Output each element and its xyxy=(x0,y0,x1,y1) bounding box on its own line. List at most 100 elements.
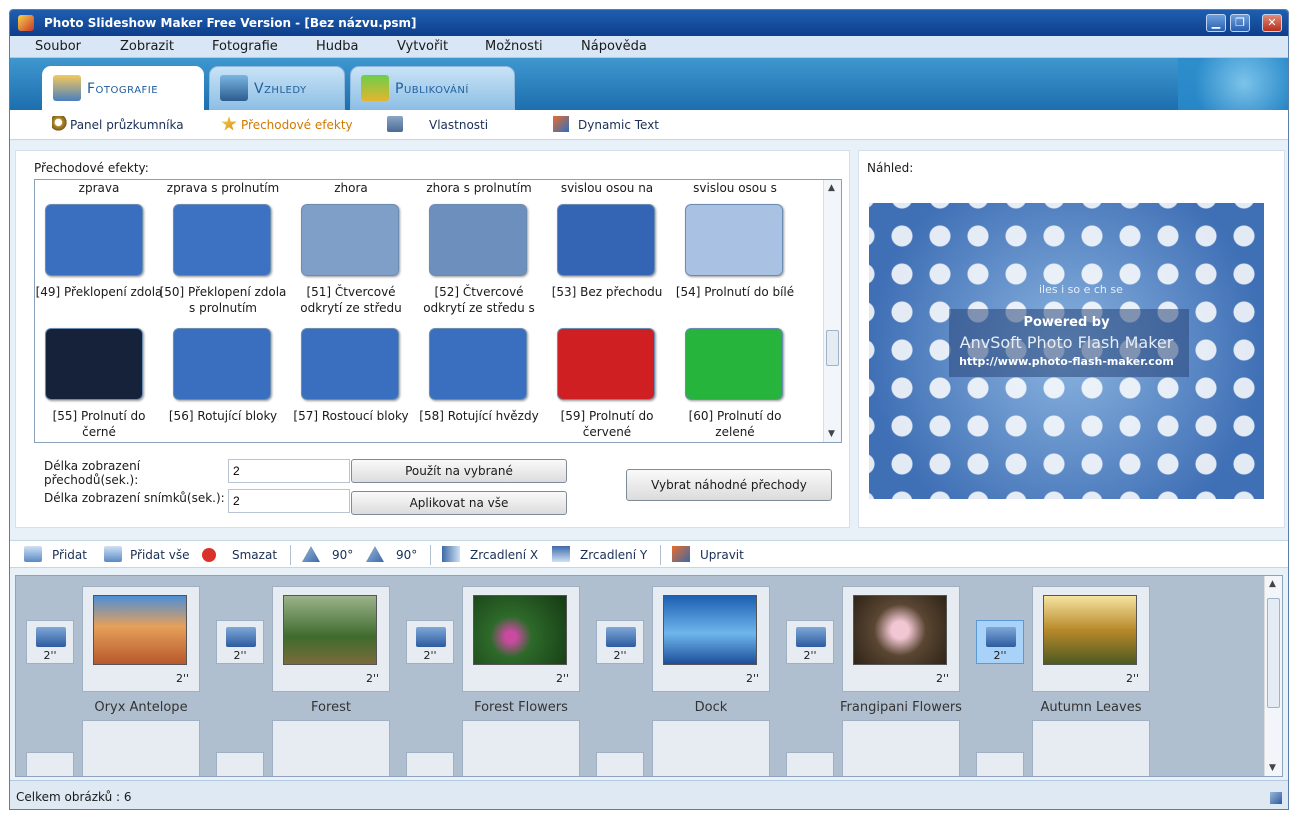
film-icon xyxy=(220,75,248,101)
close-button[interactable]: ✕ xyxy=(1262,14,1282,32)
tab-fotografie-label: Fotografie xyxy=(87,81,159,97)
slide-name: Forest Flowers xyxy=(474,700,568,715)
menu-vytvorit[interactable]: Vytvořit xyxy=(397,39,448,54)
subtab-dynamic-text[interactable]: Dynamic Text xyxy=(578,118,659,132)
menu-hudba[interactable]: Hudba xyxy=(316,39,359,54)
effect-56-thumb[interactable] xyxy=(173,328,271,400)
tab-fotografie[interactable]: Fotografie xyxy=(42,66,204,111)
edit-button[interactable]: Upravit xyxy=(700,548,744,562)
effect-55-thumb[interactable] xyxy=(45,328,143,400)
slide-image xyxy=(853,595,947,665)
preview-canvas: iles i so e ch se Powered by AnvSoft Pho… xyxy=(869,203,1264,499)
effect-59-thumb[interactable] xyxy=(557,328,655,400)
maximize-button[interactable]: ❐ xyxy=(1230,14,1250,32)
scroll-up-icon[interactable]: ▲ xyxy=(1269,579,1276,589)
effect-partial-label: zprava s prolnutím xyxy=(166,181,280,195)
transition-slot[interactable]: 2'' xyxy=(406,620,454,664)
mirror-x-button[interactable]: Zrcadlení X xyxy=(470,548,538,562)
empty-transition-slot xyxy=(406,752,454,776)
slide-card[interactable]: 2'' xyxy=(462,586,580,692)
photo-toolbar: Přidat Přidat vše Smazat 90° 90° Zrcadle… xyxy=(10,540,1288,568)
menu-soubor[interactable]: Soubor xyxy=(35,39,81,54)
subtab-prechodove-efekty[interactable]: Přechodové efekty xyxy=(241,118,353,132)
slide-name: Oryx Antelope xyxy=(94,700,188,715)
effects-label: Přechodové efekty: xyxy=(34,161,149,175)
effect-partial-label: svislou osou na xyxy=(560,181,654,195)
slide-card[interactable]: 2'' xyxy=(1032,586,1150,692)
subtab-panel-pruzkumnika[interactable]: Panel průzkumníka xyxy=(70,118,184,132)
effect-52-thumb[interactable] xyxy=(429,204,527,276)
menu-napoveda[interactable]: Nápověda xyxy=(581,39,647,54)
apply-all-button[interactable]: Aplikovat na vše xyxy=(351,491,567,515)
slide-card[interactable]: 2'' xyxy=(82,586,200,692)
empty-transition-slot xyxy=(596,752,644,776)
effect-54-thumb[interactable] xyxy=(685,204,783,276)
effect-54-label: [54] Prolnutí do bílé xyxy=(675,285,795,299)
transition-slot[interactable]: 2'' xyxy=(216,620,264,664)
slide-image xyxy=(93,595,187,665)
effect-partial-label: zhora xyxy=(334,181,368,195)
effect-53-label: [53] Bez přechodu xyxy=(551,285,663,299)
menu-zobrazit[interactable]: Zobrazit xyxy=(120,39,174,54)
scroll-up-icon[interactable]: ▲ xyxy=(828,183,835,193)
effect-50-thumb[interactable] xyxy=(173,204,271,276)
slide-name: Forest xyxy=(311,700,351,715)
transition-slot[interactable]: 2'' xyxy=(26,620,74,664)
slide-card[interactable]: 2'' xyxy=(842,586,960,692)
tab-vzhledy-label: Vzhledy xyxy=(254,81,307,97)
subtab-vlastnosti[interactable]: Vlastnosti xyxy=(429,118,488,132)
mirror-x-icon xyxy=(442,546,460,562)
preview-faint-text: iles i so e ch se xyxy=(1039,283,1123,296)
magnifier-icon xyxy=(52,116,68,132)
effect-57-thumb[interactable] xyxy=(301,328,399,400)
scroll-down-icon[interactable]: ▼ xyxy=(828,429,835,439)
effect-49-thumb[interactable] xyxy=(45,204,143,276)
apply-selected-button[interactable]: Použít na vybrané xyxy=(351,459,567,483)
effect-59-label: [59] Prolnutí do červené xyxy=(560,409,654,439)
tab-publikovani[interactable]: Publikování xyxy=(350,66,515,110)
slide-duration-input[interactable] xyxy=(228,489,350,513)
effect-60-thumb[interactable] xyxy=(685,328,783,400)
transition-duration-label: Délka zobrazení přechodů(sek.): xyxy=(44,459,141,487)
empty-slide-slot xyxy=(1032,720,1150,776)
effects-scroll-thumb[interactable] xyxy=(826,330,839,366)
effect-51-label: [51] Čtvercové odkrytí ze středu xyxy=(300,285,402,315)
scroll-down-icon[interactable]: ▼ xyxy=(1269,763,1276,773)
effects-scrollbar[interactable]: ▲ ▼ xyxy=(823,180,841,442)
preview-panel: Náhled: iles i so e ch se Powered by Anv… xyxy=(858,150,1285,528)
resize-grip-icon[interactable] xyxy=(1270,792,1282,804)
effect-partial-label: zprava xyxy=(78,181,120,195)
rotate-right-button[interactable]: 90° xyxy=(396,548,417,562)
menu-fotografie[interactable]: Fotografie xyxy=(212,39,278,54)
random-transitions-button[interactable]: Vybrat náhodné přechody xyxy=(626,469,832,501)
dynamic-text-icon xyxy=(553,116,569,132)
storyboard-scroll-thumb[interactable] xyxy=(1267,598,1280,708)
transition-duration-input[interactable] xyxy=(228,459,350,483)
effect-58-thumb[interactable] xyxy=(429,328,527,400)
storyboard-scrollbar[interactable]: ▲ ▼ xyxy=(1264,576,1282,776)
mirror-y-button[interactable]: Zrcadlení Y xyxy=(580,548,647,562)
preview-url: http://www.photo-flash-maker.com xyxy=(959,355,1174,368)
effect-56-label: [56] Rotující bloky xyxy=(168,409,278,423)
minimize-button[interactable]: ▁ xyxy=(1206,14,1226,32)
add-all-icon xyxy=(104,546,122,562)
menu-moznosti[interactable]: Možnosti xyxy=(485,39,543,54)
transition-icon xyxy=(986,627,1016,647)
delete-button[interactable]: Smazat xyxy=(232,548,277,562)
effect-51-thumb[interactable] xyxy=(301,204,399,276)
transition-duration: 2'' xyxy=(993,649,1007,662)
transition-slot[interactable]: 2'' xyxy=(596,620,644,664)
preview-label: Náhled: xyxy=(867,161,914,175)
empty-transition-slot xyxy=(786,752,834,776)
effect-53-thumb[interactable] xyxy=(557,204,655,276)
transition-slot-selected[interactable]: 2'' xyxy=(976,620,1024,664)
transition-slot[interactable]: 2'' xyxy=(786,620,834,664)
rotate-left-button[interactable]: 90° xyxy=(332,548,353,562)
add-all-button[interactable]: Přidat vše xyxy=(130,548,190,562)
add-button[interactable]: Přidat xyxy=(52,548,87,562)
slide-duration: 2'' xyxy=(175,672,189,685)
slide-card[interactable]: 2'' xyxy=(652,586,770,692)
tab-vzhledy[interactable]: Vzhledy xyxy=(209,66,345,110)
slide-card[interactable]: 2'' xyxy=(272,586,390,692)
effect-58-label: [58] Rotující hvězdy xyxy=(419,409,539,423)
